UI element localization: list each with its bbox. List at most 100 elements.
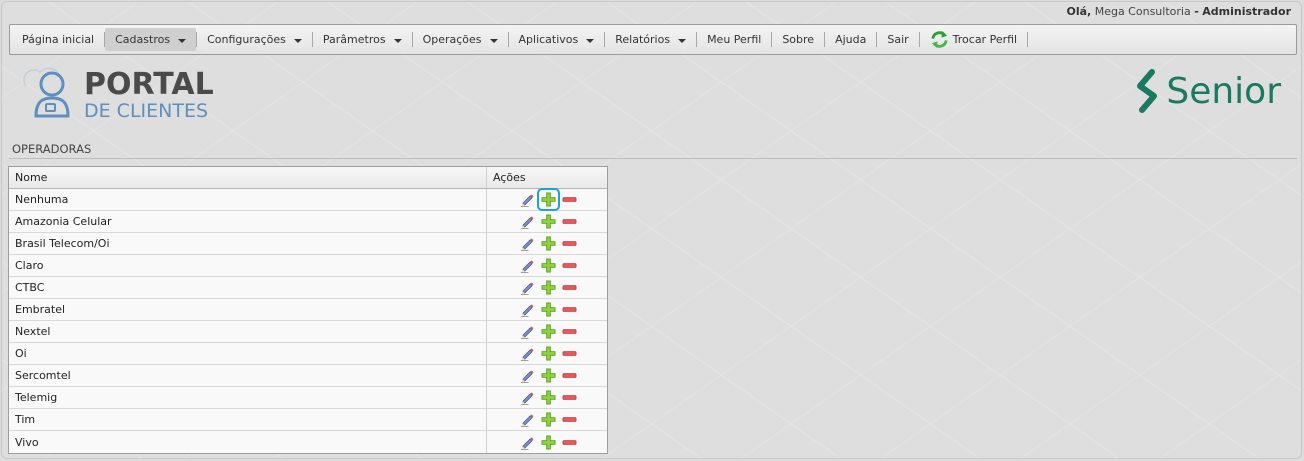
row-actions [487, 409, 607, 430]
menu-label-operacoes: Operações [422, 33, 482, 46]
senior-s-icon [1137, 69, 1158, 113]
table-row[interactable]: Tim [9, 409, 607, 431]
page-frame: Olá, Mega Consultoria - Administrador Pá… [1, 1, 1302, 459]
menu-item-aplicativos[interactable]: Aplicativos [509, 28, 605, 51]
add-icon[interactable] [540, 323, 557, 340]
operators-table: Nome Ações Nenhuma Amazonia Celular Brasil… [8, 166, 608, 454]
edit-icon[interactable] [519, 191, 536, 208]
row-actions [487, 387, 607, 408]
operator-name: Nextel [9, 321, 487, 342]
remove-icon[interactable] [561, 345, 578, 362]
add-icon[interactable] [540, 279, 557, 296]
edit-icon[interactable] [519, 389, 536, 406]
remove-icon[interactable] [561, 323, 578, 340]
add-icon[interactable] [540, 411, 557, 428]
chevron-down-icon [293, 39, 302, 43]
menu-label-meu-perfil: Meu Perfil [707, 33, 762, 46]
add-icon[interactable] [540, 213, 557, 230]
table-header: Nome Ações [9, 167, 607, 189]
table-row[interactable]: Sercomtel [9, 365, 607, 387]
menu-item-configuracoes[interactable]: Configurações [197, 28, 312, 51]
refresh-icon [931, 30, 948, 49]
menu-label-parametros: Parâmetros [322, 33, 386, 46]
edit-icon[interactable] [519, 434, 536, 451]
menu-item-ajuda[interactable]: Ajuda [825, 28, 876, 51]
edit-icon[interactable] [519, 345, 536, 362]
row-actions [487, 431, 607, 453]
edit-icon[interactable] [519, 213, 536, 230]
action-icons [519, 279, 582, 296]
user-name: Mega Consultoria [1094, 5, 1191, 18]
remove-icon[interactable] [561, 279, 578, 296]
menu-label-ajuda: Ajuda [835, 33, 867, 46]
operator-name: Embratel [9, 299, 487, 320]
edit-icon[interactable] [519, 323, 536, 340]
menu-item-trocar-perfil[interactable]: Trocar Perfil [920, 28, 1027, 51]
row-actions [487, 299, 607, 320]
remove-icon[interactable] [561, 389, 578, 406]
menu-item-meu-perfil[interactable]: Meu Perfil [697, 28, 771, 51]
menu-item-parametros[interactable]: Parâmetros [313, 28, 412, 51]
edit-icon[interactable] [519, 257, 536, 274]
menu-label-trocar-perfil: Trocar Perfil [952, 33, 1018, 46]
action-icons [519, 323, 582, 340]
table-row[interactable]: Amazonia Celular [9, 211, 607, 233]
add-icon[interactable] [540, 367, 557, 384]
title-divider [9, 158, 1297, 159]
portal-logo-graphic: PORTAL DE CLIENTES [23, 67, 214, 122]
action-icons [519, 434, 582, 451]
table-row[interactable]: Vivo [9, 431, 607, 453]
action-icons [519, 257, 582, 274]
remove-icon[interactable] [561, 235, 578, 252]
edit-icon[interactable] [519, 235, 536, 252]
table-row[interactable]: Claro [9, 255, 607, 277]
menu-label-sair: Sair [887, 33, 909, 46]
action-icons [519, 213, 582, 230]
edit-icon[interactable] [519, 367, 536, 384]
operator-name: Nenhuma [9, 189, 487, 210]
menu-item-sair[interactable]: Sair [877, 28, 918, 51]
remove-icon[interactable] [561, 213, 578, 230]
table-row[interactable]: Nextel [9, 321, 607, 343]
menu-item-relatorios[interactable]: Relatórios [605, 28, 696, 51]
edit-icon[interactable] [519, 279, 536, 296]
add-icon[interactable] [540, 257, 557, 274]
menu-item-cadastros[interactable]: Cadastros [105, 28, 197, 51]
operator-name: Sercomtel [9, 365, 487, 386]
operator-name: Vivo [9, 431, 487, 453]
action-icons [519, 235, 582, 252]
remove-icon[interactable] [561, 434, 578, 451]
table-row[interactable]: Embratel [9, 299, 607, 321]
menu-item-sobre[interactable]: Sobre [772, 28, 824, 51]
remove-icon[interactable] [561, 367, 578, 384]
table-row[interactable]: Nenhuma [9, 188, 607, 211]
menu-label-relatorios: Relatórios [615, 33, 671, 46]
row-actions [487, 255, 607, 276]
action-icons [519, 367, 582, 384]
table-row[interactable]: CTBC [9, 277, 607, 299]
senior-logo: Senior [1132, 68, 1281, 114]
table-row[interactable]: Brasil Telecom/Oi [9, 233, 607, 255]
table-row[interactable]: Oi [9, 343, 607, 365]
row-actions [487, 365, 607, 386]
menu-item-home[interactable]: Página inicial [12, 28, 104, 51]
remove-icon[interactable] [561, 191, 578, 208]
remove-icon[interactable] [561, 301, 578, 318]
operator-name: CTBC [9, 277, 487, 298]
table-row[interactable]: Telemig [9, 387, 607, 409]
add-icon[interactable] [540, 345, 557, 362]
remove-icon[interactable] [561, 411, 578, 428]
menu-separator [1027, 32, 1029, 47]
edit-icon[interactable] [519, 411, 536, 428]
column-header-name[interactable]: Nome [9, 167, 487, 188]
action-icons [519, 389, 582, 406]
add-icon[interactable] [540, 301, 557, 318]
edit-icon[interactable] [519, 301, 536, 318]
menu-item-operacoes[interactable]: Operações [413, 28, 508, 51]
remove-icon[interactable] [561, 257, 578, 274]
add-icon[interactable] [540, 434, 557, 451]
add-icon[interactable] [540, 389, 557, 406]
add-icon[interactable] [540, 235, 557, 252]
chevron-down-icon [489, 39, 498, 43]
add-icon[interactable] [537, 188, 560, 211]
